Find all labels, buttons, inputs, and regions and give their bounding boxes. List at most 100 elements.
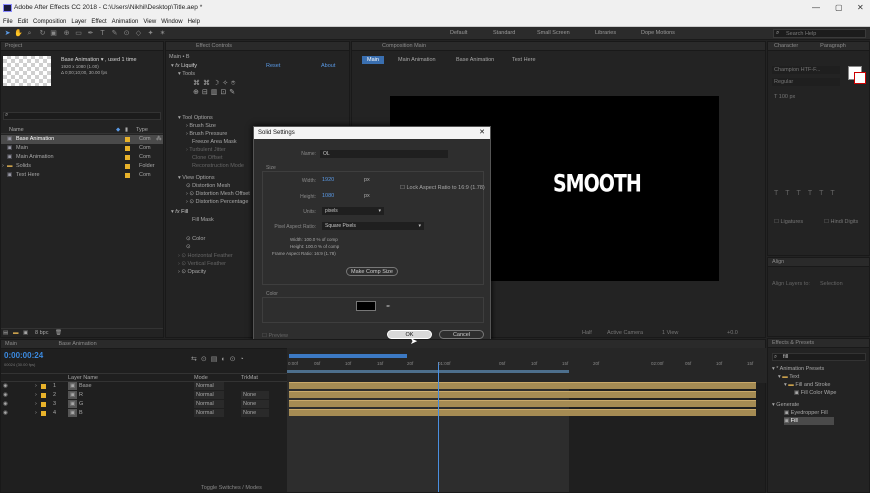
preset-fill-color-wipe[interactable]: ▣ Fill Color Wipe xyxy=(794,389,837,397)
effects-presets-tab[interactable]: Effects & Presets xyxy=(768,339,869,348)
workspace-small-screen[interactable]: Small Screen xyxy=(537,30,570,36)
timeline-tab-main[interactable]: Main xyxy=(5,341,17,347)
menu-view[interactable]: View xyxy=(143,17,156,27)
search-help-input[interactable]: ⌕ Search Help xyxy=(773,29,866,38)
column-layer-name[interactable]: Layer Name xyxy=(68,374,98,382)
project-item[interactable]: › ▬ Solids Folder xyxy=(1,162,163,171)
menu-window[interactable]: Window xyxy=(161,17,182,27)
view-layout-dropdown[interactable]: 1 View xyxy=(662,329,678,337)
project-bpc[interactable]: 8 bpc xyxy=(35,329,48,337)
distortion-mesh-offset-row[interactable]: › ⊙ Distortion Mesh Offset xyxy=(186,190,250,198)
height-field[interactable]: 1080 xyxy=(322,192,334,200)
layer-row[interactable]: ◉ › 2 ▣ R Normal None xyxy=(1,391,287,399)
project-tab[interactable]: Project xyxy=(1,42,163,51)
mode-dropdown[interactable]: Normal xyxy=(194,409,224,417)
project-search-input[interactable]: ⌕ xyxy=(3,112,161,120)
camera-tool-icon[interactable]: ▣ xyxy=(49,29,58,38)
units-dropdown[interactable]: pixels ▾ xyxy=(322,207,384,215)
eraser-tool-icon[interactable]: ◇ xyxy=(134,29,143,38)
ligatures-checkbox[interactable]: ☐ Ligatures xyxy=(774,218,803,226)
font-size-field[interactable]: T 100 px xyxy=(774,93,795,101)
align-to-dropdown[interactable]: Selection xyxy=(820,280,843,288)
layer-bar[interactable] xyxy=(289,400,756,407)
trkmat-dropdown[interactable]: None xyxy=(241,400,269,408)
minimize-icon[interactable]: — xyxy=(812,3,820,12)
menu-layer[interactable]: Layer xyxy=(71,17,86,27)
preset-animation-presets[interactable]: ▾ * Animation Presets xyxy=(772,365,824,373)
preset-generate[interactable]: ▾ Generate xyxy=(772,401,799,409)
zoom-dropdown[interactable]: Half xyxy=(582,329,592,337)
dialog-close-icon[interactable]: ✕ xyxy=(479,127,485,139)
project-item[interactable]: ▣ Text Here Com xyxy=(1,171,163,180)
workspace-libraries[interactable]: Libraries xyxy=(595,30,616,36)
brush-size-row[interactable]: › Brush Size xyxy=(186,122,216,130)
column-type[interactable]: Type xyxy=(136,126,148,134)
pen-tool-icon[interactable]: ✒ xyxy=(86,29,95,38)
layer-bar[interactable] xyxy=(289,391,756,398)
vertical-feather-row[interactable]: › ⊙ Vertical Feather xyxy=(178,260,226,268)
current-timecode[interactable]: 0:00:00:24 xyxy=(4,351,43,360)
timeline-tab-base-animation[interactable]: Base Animation xyxy=(58,341,96,347)
zoom-tool-icon[interactable]: ⌕ xyxy=(25,29,34,38)
rotate-tool-icon[interactable]: ↻ xyxy=(38,29,47,38)
pixel-aspect-dropdown[interactable]: Square Pixels ▾ xyxy=(322,222,424,230)
hand-tool-icon[interactable]: ✋ xyxy=(14,29,23,38)
exposure-value[interactable]: +0.0 xyxy=(727,329,738,337)
make-comp-size-button[interactable]: Make Comp Size xyxy=(346,267,398,276)
trkmat-dropdown[interactable]: None xyxy=(241,409,269,417)
mask-tool-icon[interactable]: ▭ xyxy=(74,29,83,38)
menu-animation[interactable]: Animation xyxy=(112,17,139,27)
layer-bar[interactable] xyxy=(289,382,756,389)
eyedropper-icon[interactable]: ✒ xyxy=(386,303,391,311)
preset-fill-and-stroke[interactable]: ▾ ▬ Fill and Stroke xyxy=(784,381,830,389)
distortion-percentage-row[interactable]: › ⊙ Distortion Percentage xyxy=(186,198,248,206)
workspace-standard[interactable]: Standard xyxy=(493,30,515,36)
tool-options-group[interactable]: ▾ Tool Options xyxy=(178,114,213,122)
roto-tool-icon[interactable]: ✦ xyxy=(146,29,155,38)
stroke-color-swatch[interactable] xyxy=(854,72,866,84)
name-field[interactable]: OL xyxy=(320,150,448,158)
trash-icon[interactable]: 🗑 xyxy=(55,329,62,337)
menu-effect[interactable]: Effect xyxy=(91,17,106,27)
preset-fill[interactable]: ▣ Fill xyxy=(784,417,834,425)
toggle-switches-modes[interactable]: Toggle Switches / Modes xyxy=(201,484,262,492)
layer-row[interactable]: ◉ › 3 ▣ G Normal None xyxy=(1,400,287,408)
crumb-main-animation[interactable]: Main Animation xyxy=(398,56,436,64)
font-family-dropdown[interactable]: Champion HTF-F... xyxy=(772,66,840,74)
column-name[interactable]: Name xyxy=(9,126,24,134)
distortion-mesh-row[interactable]: ⊙ Distortion Mesh xyxy=(186,182,230,190)
effects-search-input[interactable]: ⌕ fill xyxy=(772,353,866,361)
preset-text[interactable]: ▾ ▬ Text xyxy=(778,373,799,381)
pan-behind-tool-icon[interactable]: ⊕ xyxy=(62,29,71,38)
zoom-range-slider[interactable] xyxy=(289,354,407,358)
close-icon[interactable]: ✕ xyxy=(857,3,864,12)
trkmat-dropdown[interactable]: None xyxy=(241,391,269,399)
effect-controls-tab[interactable]: Effect Controls xyxy=(166,42,349,51)
reset-link[interactable]: Reset xyxy=(266,62,280,70)
font-style-dropdown[interactable]: Regular xyxy=(772,78,840,86)
brush-tool-icon[interactable]: ✎ xyxy=(110,29,119,38)
workspace-dope-motions[interactable]: Dope Motions xyxy=(641,30,675,36)
type-tool-icon[interactable]: T xyxy=(98,29,107,38)
workspace-default[interactable]: Default xyxy=(450,30,467,36)
liquify-effect-row[interactable]: ▾ fx Liquify Reset About xyxy=(171,62,346,70)
crumb-base-animation[interactable]: Base Animation xyxy=(456,56,494,64)
menu-edit[interactable]: Edit xyxy=(18,17,28,27)
tools-group[interactable]: ▾ Tools xyxy=(178,70,195,78)
column-trkmat[interactable]: TrkMat xyxy=(241,374,258,382)
menu-file[interactable]: File xyxy=(3,17,13,27)
crumb-main[interactable]: Main xyxy=(362,56,384,64)
new-comp-icon[interactable]: ▣ xyxy=(23,329,28,337)
fill-mask-row[interactable]: Fill Mask xyxy=(192,216,214,224)
character-tab[interactable]: Character Paragraph xyxy=(768,42,869,51)
project-item[interactable]: ▣ Main Com xyxy=(1,144,163,153)
playhead[interactable] xyxy=(438,362,439,492)
liquify-tool-icons[interactable]: ⌘⌘☽✧⌾ ⊕⊟▥⊡✎ xyxy=(193,79,253,97)
lock-aspect-checkbox[interactable]: ☐ Lock Aspect Ratio to 16:9 (1.78) xyxy=(400,184,485,192)
menu-composition[interactable]: Composition xyxy=(33,17,66,27)
menu-help[interactable]: Help xyxy=(188,17,200,27)
mode-dropdown[interactable]: Normal xyxy=(194,382,224,390)
text-style-buttons[interactable]: TTTTTT xyxy=(774,190,842,198)
fill-color-row[interactable]: ⊙ Color xyxy=(186,235,205,243)
selection-tool-icon[interactable]: ➤ xyxy=(3,29,12,38)
